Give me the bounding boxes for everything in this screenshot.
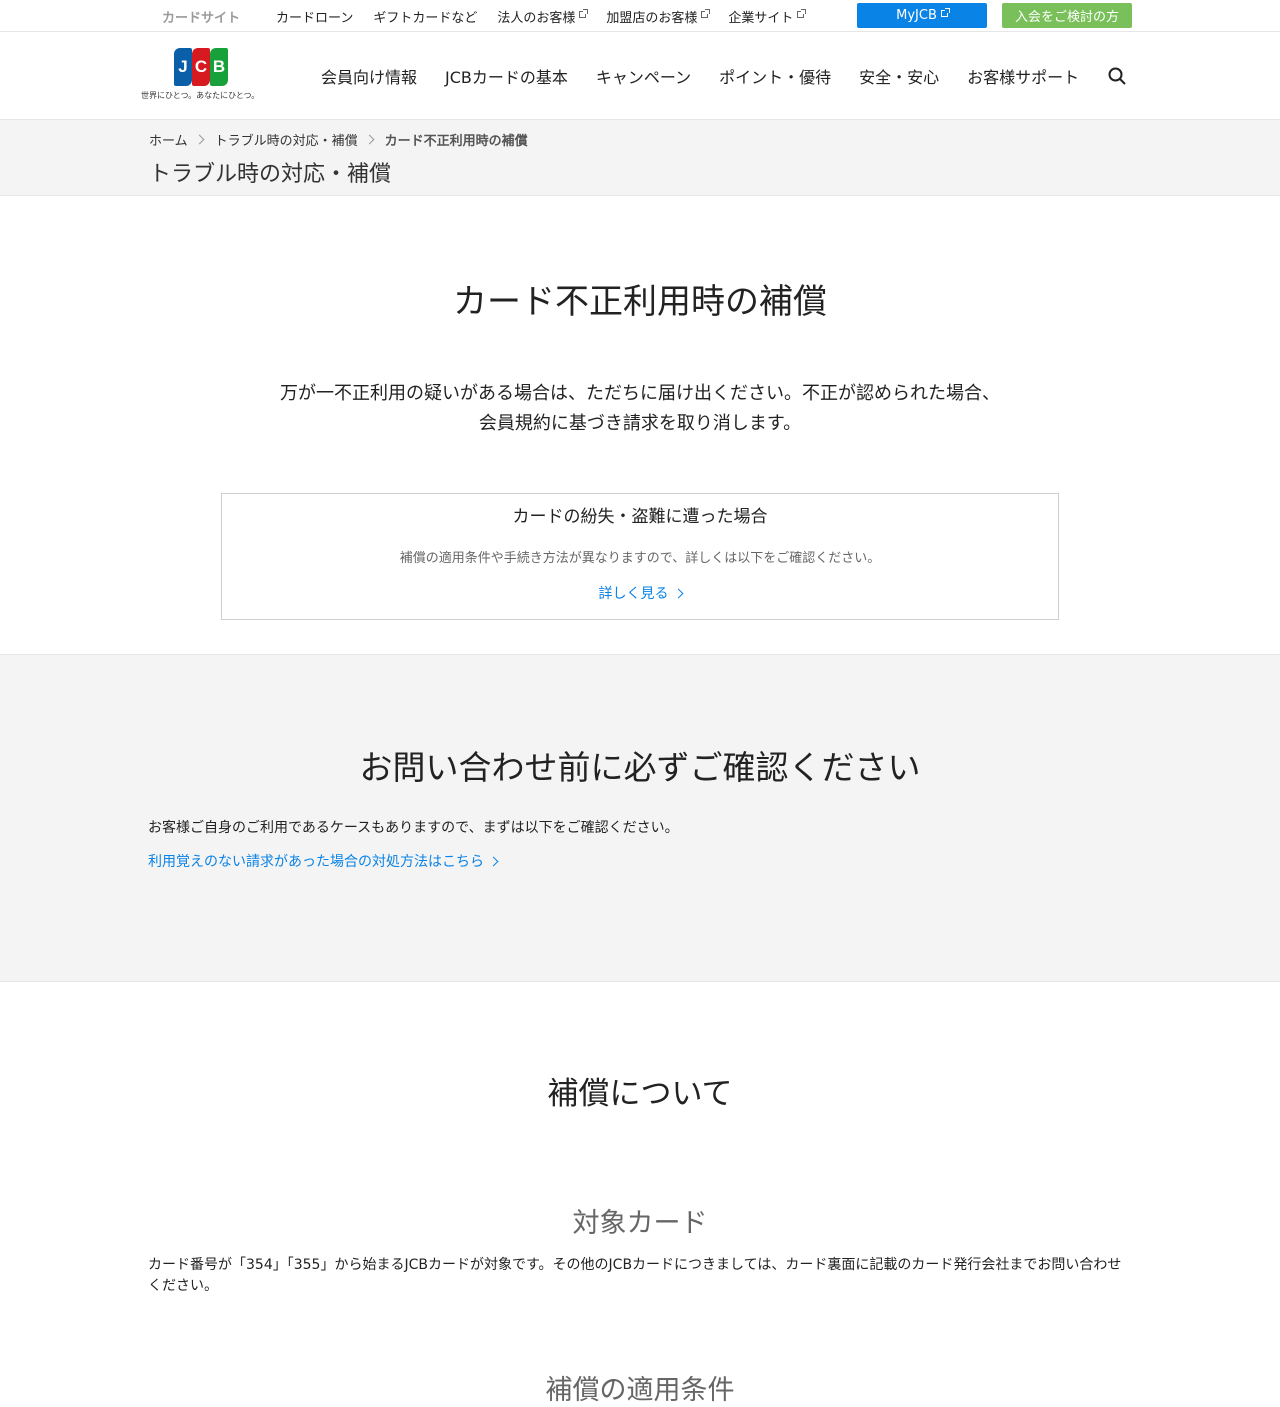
- logo-tagline: 世界にひとつ。あなたにひとつ。: [141, 91, 260, 100]
- target-card-title: 対象カード: [572, 1208, 708, 1239]
- site-header: J C B 世界にひとつ。あなたにひとつ。 会員向け情報 JCBカードの基本 キ…: [0, 32, 1280, 120]
- lead-text: 万が一不正利用の疑いがある場合は、ただちに届け出ください。不正が認められた場合、…: [280, 383, 1000, 434]
- nav-item-member-info[interactable]: 会員向け情報: [321, 64, 417, 88]
- join-button[interactable]: 入会をご検討の方: [1002, 3, 1132, 28]
- breadcrumb-trouble[interactable]: トラブル時の対応・補償: [215, 130, 358, 149]
- conditions-title: 補償の適用条件: [545, 1375, 735, 1406]
- nav-item-card-basics[interactable]: JCBカードの基本: [445, 64, 568, 88]
- notice-section: お問い合わせ前に必ずご確認ください お客様ご自身のご利用であるケースもありますの…: [0, 654, 1280, 982]
- nav-item-points[interactable]: ポイント・優待: [719, 64, 831, 88]
- utility-links: カードローン ギフトカードなど 法人のお客様 加盟店のお客様 企業サイト: [276, 7, 807, 26]
- section-title: トラブル時の対応・補償: [149, 162, 392, 187]
- page-title: カード不正利用時の補償: [453, 282, 827, 322]
- breadcrumb: ホーム トラブル時の対応・補償 カード不正利用時の補償: [149, 130, 528, 149]
- utility-link-gift[interactable]: ギフトカードなど: [373, 7, 477, 26]
- utility-link-company[interactable]: 企業サイト: [728, 7, 807, 26]
- jcb-logo[interactable]: J C B 世界にひとつ。あなたにひとつ。: [141, 48, 265, 101]
- compensation-title: 補償について: [547, 1076, 733, 1112]
- lost-stolen-title: カードの紛失・盗難に遭った場合: [512, 507, 768, 527]
- target-card-text: カード番号が「354」「355」から始まるJCBカードが対象です。その他のJCB…: [148, 1257, 1122, 1294]
- utility-link-loan[interactable]: カードローン: [276, 7, 353, 26]
- main-nav: 会員向け情報 JCBカードの基本 キャンペーン ポイント・優待 安全・安心 お客…: [321, 64, 1107, 88]
- chevron-right-icon: [673, 588, 683, 598]
- external-link-icon: [797, 9, 807, 18]
- unknown-charge-link[interactable]: 利用覚えのない請求があった場合の対処方法はこちら: [148, 851, 499, 871]
- myjcb-button[interactable]: MyJCB: [857, 3, 987, 28]
- utility-bar: カードサイト カードローン ギフトカードなど 法人のお客様 加盟店のお客様 企業…: [0, 0, 1280, 32]
- chevron-right-icon: [364, 134, 375, 145]
- nav-item-support[interactable]: お客様サポート: [967, 64, 1079, 88]
- details-link[interactable]: 詳しく見る: [599, 583, 683, 603]
- lost-stolen-card-box: カードの紛失・盗難に遭った場合 補償の適用条件や手続き方法が異なりますので、詳し…: [221, 493, 1059, 620]
- jcb-logo-mark: J C B: [174, 48, 228, 86]
- notice-title: お問い合わせ前に必ずご確認ください: [359, 748, 921, 787]
- nav-item-security[interactable]: 安全・安心: [859, 64, 939, 88]
- external-link-icon: [940, 8, 950, 17]
- chevron-right-icon: [194, 134, 205, 145]
- site-label: カードサイト: [162, 11, 241, 26]
- search-icon[interactable]: [1108, 67, 1126, 85]
- breadcrumb-home[interactable]: ホーム: [149, 130, 188, 149]
- breadcrumb-current: カード不正利用時の補償: [384, 134, 528, 149]
- external-link-icon: [579, 9, 589, 18]
- nav-item-campaign[interactable]: キャンペーン: [596, 64, 691, 88]
- utility-link-corporate[interactable]: 法人のお客様: [497, 7, 589, 26]
- chevron-right-icon: [488, 856, 499, 866]
- utility-link-merchant[interactable]: 加盟店のお客様: [606, 7, 711, 26]
- notice-text: お客様ご自身のご利用であるケースもありますので、まずは以下をご確認ください。: [148, 820, 679, 836]
- lost-stolen-text: 補償の適用条件や手続き方法が異なりますので、詳しくは以下をご確認ください。: [399, 551, 881, 566]
- external-link-icon: [701, 9, 711, 18]
- breadcrumb-band: ホーム トラブル時の対応・補償 カード不正利用時の補償 トラブル時の対応・補償: [0, 120, 1280, 196]
